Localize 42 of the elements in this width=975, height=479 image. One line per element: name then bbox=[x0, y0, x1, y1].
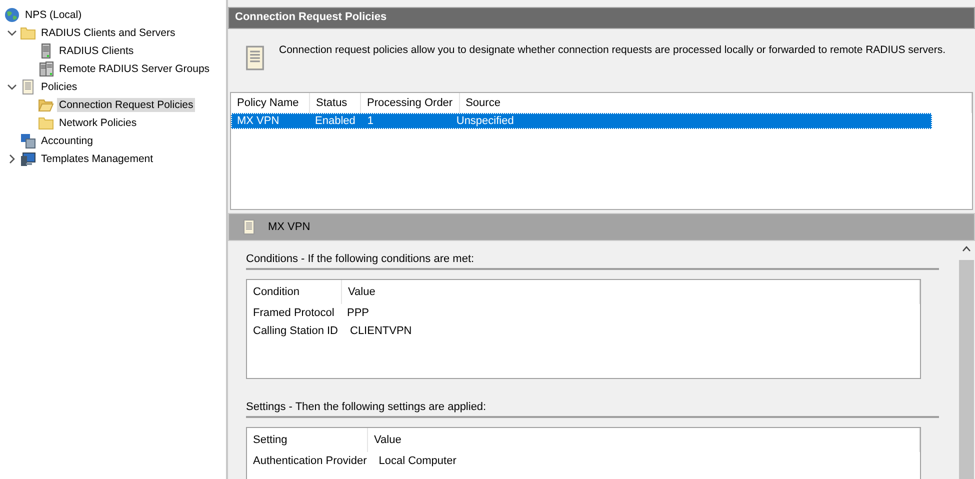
table-cell-text: CLIENTVPN bbox=[349, 325, 413, 337]
expand-chevron-icon[interactable] bbox=[7, 154, 17, 164]
section-heading: Conditions - If the following conditions are met: bbox=[246, 253, 939, 270]
tree-item[interactable]: RADIUS Clients bbox=[57, 44, 136, 58]
tree-item[interactable]: RADIUS Clients and Servers bbox=[39, 26, 178, 40]
table-cell-text: PPP bbox=[346, 307, 370, 319]
table-cell-text: Authentication Provider bbox=[252, 455, 368, 467]
collapse-chevron-icon[interactable] bbox=[7, 82, 17, 92]
folder-icon bbox=[20, 25, 36, 41]
tree-item[interactable]: Connection Request Policies bbox=[57, 98, 196, 112]
tree-item[interactable]: Policies bbox=[39, 80, 80, 94]
folder-icon bbox=[38, 97, 54, 113]
scroll-icon bbox=[241, 219, 257, 235]
tree-item[interactable]: Templates Management bbox=[39, 152, 156, 166]
description-text: Connection request policies allow you to designate whether connection requests are processed locally or forwarded to remote RADIUS servers. bbox=[279, 43, 946, 58]
detail-title: MX VPN bbox=[268, 221, 310, 233]
collapse-chevron-icon[interactable] bbox=[7, 28, 17, 38]
column-header: Condition bbox=[247, 280, 342, 304]
section-heading: Settings - Then the following settings are applied: bbox=[246, 401, 939, 418]
table-cell-text: 1 bbox=[366, 115, 374, 127]
tree-item[interactable]: Network Policies bbox=[57, 116, 139, 130]
table-cell-text: Unspecified bbox=[455, 115, 515, 127]
computer-icon bbox=[20, 133, 36, 149]
scroll-icon bbox=[20, 79, 36, 95]
globe-icon bbox=[4, 7, 20, 23]
tree-item[interactable]: NPS (Local) bbox=[23, 8, 84, 22]
tree-item[interactable]: Remote RADIUS Server Groups bbox=[57, 62, 212, 76]
table-cell-text: Enabled bbox=[314, 115, 356, 127]
servers-icon bbox=[38, 61, 54, 77]
table-cell-text: Calling Station ID bbox=[252, 325, 339, 337]
table-cell-text: MX VPN bbox=[236, 115, 280, 127]
monitor-icon bbox=[20, 151, 36, 167]
policy-row[interactable]: MX VPN Enabled 1 Unspecified bbox=[231, 113, 932, 129]
column-header: Setting bbox=[247, 428, 368, 452]
column-header: Value bbox=[368, 428, 920, 452]
panel-title: Connection Request Policies bbox=[228, 7, 975, 29]
scroll-up-icon[interactable] bbox=[962, 246, 970, 252]
folder-icon bbox=[38, 115, 54, 131]
table-cell-text: Local Computer bbox=[378, 455, 458, 467]
column-header: Value bbox=[342, 280, 920, 304]
tree-item[interactable]: Accounting bbox=[39, 134, 95, 148]
table-cell-text: Framed Protocol bbox=[252, 307, 336, 319]
